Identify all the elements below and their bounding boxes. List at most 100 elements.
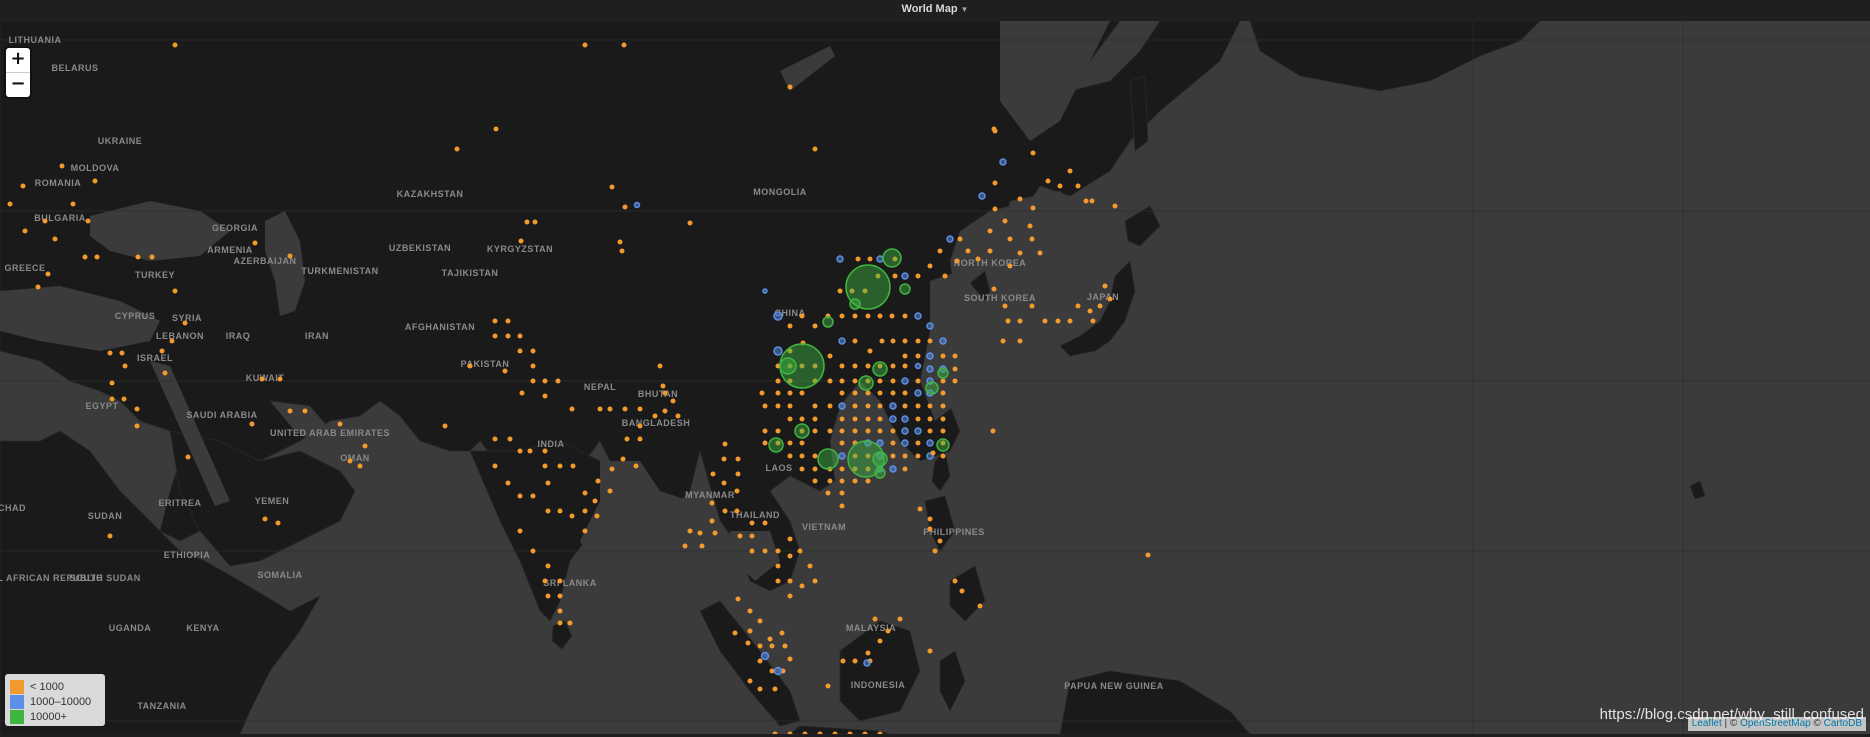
data-point-low[interactable] [839, 503, 845, 509]
data-point-low[interactable] [787, 536, 793, 542]
data-point-low[interactable] [545, 593, 551, 599]
data-point-mid[interactable] [901, 439, 909, 447]
data-point-low[interactable] [839, 390, 845, 396]
data-point-low[interactable] [940, 353, 946, 359]
data-point-low[interactable] [892, 273, 898, 279]
data-point-mid[interactable] [773, 346, 783, 356]
data-point-low[interactable] [940, 416, 946, 422]
data-point-mid[interactable] [901, 272, 909, 280]
data-point-low[interactable] [622, 406, 628, 412]
data-point-mid[interactable] [836, 255, 844, 263]
data-point-low[interactable] [517, 448, 523, 454]
data-point-low[interactable] [555, 378, 561, 384]
data-point-low[interactable] [699, 543, 705, 549]
data-point-low[interactable] [709, 518, 715, 524]
data-point-high[interactable] [822, 316, 834, 328]
data-point-low[interactable] [927, 526, 933, 532]
data-point-low[interactable] [977, 603, 983, 609]
data-point-low[interactable] [799, 390, 805, 396]
data-point-low[interactable] [185, 454, 191, 460]
data-point-low[interactable] [890, 378, 896, 384]
data-point-low[interactable] [865, 390, 871, 396]
data-point-low[interactable] [877, 428, 883, 434]
data-point-low[interactable] [927, 516, 933, 522]
data-point-low[interactable] [825, 490, 831, 496]
data-point-low[interactable] [940, 378, 946, 384]
data-point-low[interactable] [149, 254, 155, 260]
data-point-low[interactable] [927, 428, 933, 434]
data-point-low[interactable] [1002, 303, 1008, 309]
data-point-low[interactable] [557, 508, 563, 514]
data-point-low[interactable] [779, 630, 785, 636]
data-point-low[interactable] [927, 403, 933, 409]
data-point-low[interactable] [852, 478, 858, 484]
data-point-low[interactable] [865, 478, 871, 484]
data-point-low[interactable] [787, 390, 793, 396]
data-point-low[interactable] [532, 219, 538, 225]
data-point-low[interactable] [965, 248, 971, 254]
data-point-low[interactable] [747, 628, 753, 634]
data-point-low[interactable] [797, 548, 803, 554]
data-point-low[interactable] [787, 84, 793, 90]
data-point-mid[interactable] [863, 659, 871, 667]
data-point-low[interactable] [812, 453, 818, 459]
data-point-low[interactable] [347, 458, 353, 464]
leaflet-link[interactable]: Leaflet [1692, 718, 1722, 729]
data-point-mid[interactable] [901, 377, 909, 385]
data-point-low[interactable] [530, 363, 536, 369]
data-point-mid[interactable] [978, 192, 986, 200]
data-point-low[interactable] [1089, 198, 1095, 204]
data-point-low[interactable] [807, 563, 813, 569]
data-point-low[interactable] [82, 254, 88, 260]
data-point-low[interactable] [107, 350, 113, 356]
data-point-low[interactable] [1055, 318, 1061, 324]
data-point-high[interactable] [858, 375, 874, 391]
data-point-low[interactable] [787, 403, 793, 409]
data-point-low[interactable] [987, 248, 993, 254]
data-point-low[interactable] [952, 366, 958, 372]
data-point-low[interactable] [787, 731, 793, 735]
data-point-low[interactable] [787, 440, 793, 446]
data-point-low[interactable] [757, 618, 763, 624]
data-point-low[interactable] [745, 640, 751, 646]
data-point-low[interactable] [915, 378, 921, 384]
data-point-low[interactable] [1030, 150, 1036, 156]
data-point-low[interactable] [877, 378, 883, 384]
data-point-low[interactable] [839, 490, 845, 496]
data-point-low[interactable] [902, 403, 908, 409]
data-point-low[interactable] [915, 403, 921, 409]
data-point-low[interactable] [747, 608, 753, 614]
data-point-mid[interactable] [773, 311, 783, 321]
data-point-low[interactable] [159, 348, 165, 354]
data-point-low[interactable] [1017, 338, 1023, 344]
data-point-low[interactable] [749, 533, 755, 539]
data-point-low[interactable] [889, 313, 895, 319]
data-point-low[interactable] [902, 466, 908, 472]
data-point-low[interactable] [799, 416, 805, 422]
data-point-low[interactable] [1017, 196, 1023, 202]
data-point-low[interactable] [787, 656, 793, 662]
data-point-low[interactable] [975, 256, 981, 262]
data-point-low[interactable] [915, 453, 921, 459]
data-point-low[interactable] [762, 520, 768, 526]
data-point-low[interactable] [107, 533, 113, 539]
data-point-mid[interactable] [926, 365, 934, 373]
data-point-low[interactable] [660, 383, 666, 389]
data-point-low[interactable] [517, 348, 523, 354]
data-point-low[interactable] [890, 428, 896, 434]
data-point-low[interactable] [890, 390, 896, 396]
data-point-low[interactable] [812, 428, 818, 434]
data-point-low[interactable] [839, 440, 845, 446]
data-point-mid[interactable] [760, 651, 770, 661]
data-point-low[interactable] [162, 370, 168, 376]
data-point-low[interactable] [624, 436, 630, 442]
data-point-low[interactable] [992, 128, 998, 134]
data-point-low[interactable] [362, 443, 368, 449]
map-tiles[interactable]: LATVIA LITHUANIA BELARUS UKRAINE MOLDOVA ROMA… [0, 21, 1870, 734]
data-point-low[interactable] [259, 376, 265, 382]
data-point-mid[interactable] [838, 452, 846, 460]
data-point-low[interactable] [617, 239, 623, 245]
data-point-low[interactable] [92, 178, 98, 184]
data-point-low[interactable] [827, 353, 833, 359]
data-point-low[interactable] [757, 643, 763, 649]
